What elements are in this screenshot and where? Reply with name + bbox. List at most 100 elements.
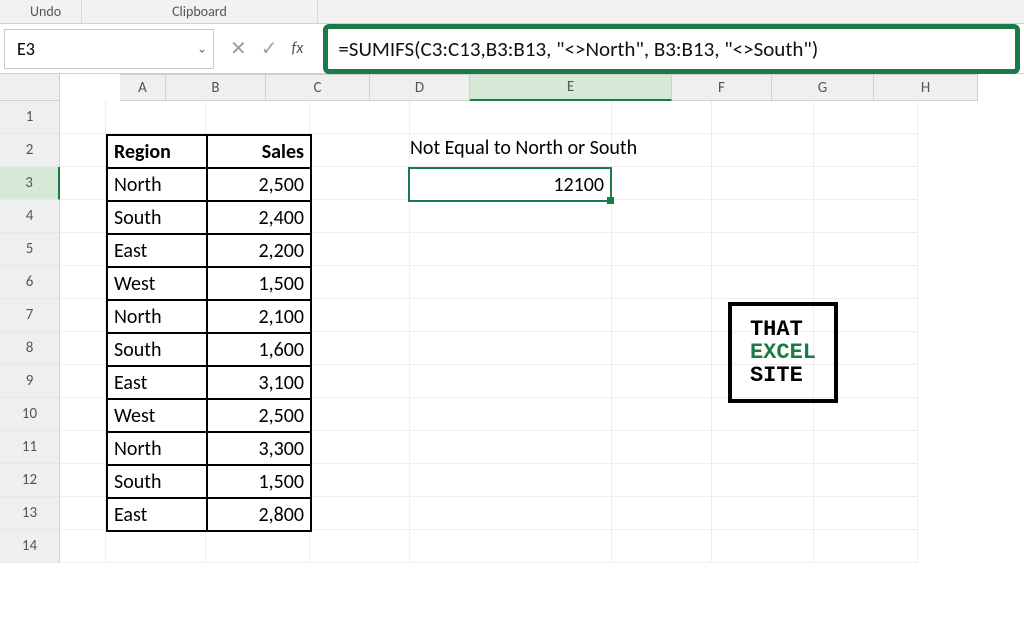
col-header-G[interactable]: G xyxy=(772,75,874,101)
cell[interactable] xyxy=(410,530,612,563)
cell[interactable] xyxy=(814,101,918,134)
cell[interactable] xyxy=(60,464,106,497)
row-header-2[interactable]: 2 xyxy=(0,134,60,167)
cell[interactable] xyxy=(612,530,712,563)
cell[interactable] xyxy=(612,332,712,365)
cell[interactable] xyxy=(206,101,310,134)
cell-sales[interactable]: 2,200 xyxy=(207,234,311,267)
cell[interactable] xyxy=(60,134,106,167)
row-header-5[interactable]: 5 xyxy=(0,233,60,266)
cell[interactable] xyxy=(310,530,410,563)
col-header-C[interactable]: C xyxy=(266,75,370,101)
cell[interactable] xyxy=(814,266,918,299)
cell[interactable] xyxy=(712,134,814,167)
cell[interactable] xyxy=(814,134,918,167)
row-header-13[interactable]: 13 xyxy=(0,497,60,530)
row-header-14[interactable]: 14 xyxy=(0,530,60,563)
row-header-9[interactable]: 9 xyxy=(0,365,60,398)
cell[interactable] xyxy=(106,101,206,134)
cell[interactable] xyxy=(814,233,918,266)
cell[interactable] xyxy=(410,431,612,464)
cell[interactable] xyxy=(612,233,712,266)
cell-sales[interactable]: 2,500 xyxy=(207,168,311,201)
col-header-B[interactable]: B xyxy=(166,75,266,101)
cell[interactable] xyxy=(310,266,410,299)
cell-sales[interactable]: 3,100 xyxy=(207,366,311,399)
cell[interactable] xyxy=(410,101,612,134)
chevron-down-icon[interactable]: ⌄ xyxy=(197,41,207,56)
cell[interactable] xyxy=(814,464,918,497)
cell[interactable] xyxy=(612,497,712,530)
cell[interactable] xyxy=(814,497,918,530)
cell[interactable] xyxy=(712,101,814,134)
cell[interactable] xyxy=(310,365,410,398)
active-cell-e3[interactable]: 12100 xyxy=(408,167,612,202)
row-header-12[interactable]: 12 xyxy=(0,464,60,497)
col-header-F[interactable]: F xyxy=(672,75,772,101)
cell-sales[interactable]: 2,500 xyxy=(207,399,311,432)
cell[interactable] xyxy=(60,530,106,563)
cell[interactable] xyxy=(310,332,410,365)
cell[interactable] xyxy=(712,464,814,497)
cell[interactable] xyxy=(612,464,712,497)
cell-sales[interactable]: 1,500 xyxy=(207,465,311,498)
name-box[interactable]: E3 ⌄ xyxy=(4,29,214,69)
cell[interactable] xyxy=(60,332,106,365)
cell[interactable] xyxy=(410,233,612,266)
cell-sales[interactable]: 1,500 xyxy=(207,267,311,300)
cell[interactable] xyxy=(310,431,410,464)
cell-sales[interactable]: 1,600 xyxy=(207,333,311,366)
cell-region[interactable]: South xyxy=(107,465,207,498)
cell[interactable] xyxy=(410,365,612,398)
cell[interactable] xyxy=(310,398,410,431)
col-header-D[interactable]: D xyxy=(370,75,470,101)
row-header-7[interactable]: 7 xyxy=(0,299,60,332)
cell-sales[interactable]: 2,400 xyxy=(207,201,311,234)
cell[interactable] xyxy=(60,200,106,233)
cell[interactable] xyxy=(712,233,814,266)
row-header-10[interactable]: 10 xyxy=(0,398,60,431)
cell[interactable] xyxy=(60,233,106,266)
cell[interactable] xyxy=(612,365,712,398)
cell[interactable] xyxy=(814,530,918,563)
cell-sales[interactable]: 3,300 xyxy=(207,432,311,465)
cell[interactable] xyxy=(612,299,712,332)
cancel-icon[interactable]: ✕ xyxy=(230,36,247,61)
cell[interactable] xyxy=(106,530,206,563)
cell[interactable] xyxy=(310,134,410,167)
row-header-8[interactable]: 8 xyxy=(0,332,60,365)
cell[interactable] xyxy=(60,299,106,332)
cell-region[interactable]: West xyxy=(107,399,207,432)
cell[interactable] xyxy=(712,431,814,464)
cell[interactable] xyxy=(60,431,106,464)
col-header-E[interactable]: E xyxy=(470,75,672,101)
cell-region[interactable]: North xyxy=(107,432,207,465)
cell-region[interactable]: North xyxy=(107,168,207,201)
cell-region[interactable]: East xyxy=(107,366,207,399)
cell[interactable] xyxy=(712,266,814,299)
cell[interactable] xyxy=(410,398,612,431)
grid[interactable]: Region Sales North2,500South2,400East2,2… xyxy=(60,101,918,563)
row-header-1[interactable]: 1 xyxy=(0,101,60,134)
cell[interactable] xyxy=(60,266,106,299)
cell-region[interactable]: East xyxy=(107,498,207,531)
cell[interactable] xyxy=(60,365,106,398)
enter-icon[interactable]: ✓ xyxy=(261,36,278,61)
cell[interactable] xyxy=(410,200,612,233)
cell[interactable] xyxy=(60,497,106,530)
cell[interactable] xyxy=(814,431,918,464)
cell[interactable] xyxy=(410,299,612,332)
cell[interactable] xyxy=(310,497,410,530)
cell-region[interactable]: West xyxy=(107,267,207,300)
cell[interactable] xyxy=(60,167,106,200)
cell[interactable] xyxy=(410,497,612,530)
cell[interactable] xyxy=(60,101,106,134)
cell[interactable] xyxy=(712,167,814,200)
fill-handle[interactable] xyxy=(607,197,614,204)
cell-region[interactable]: South xyxy=(107,201,207,234)
cell[interactable] xyxy=(712,530,814,563)
cell[interactable] xyxy=(206,530,310,563)
cell[interactable] xyxy=(814,167,918,200)
col-header-A[interactable]: A xyxy=(120,75,166,101)
cell[interactable] xyxy=(612,167,712,200)
